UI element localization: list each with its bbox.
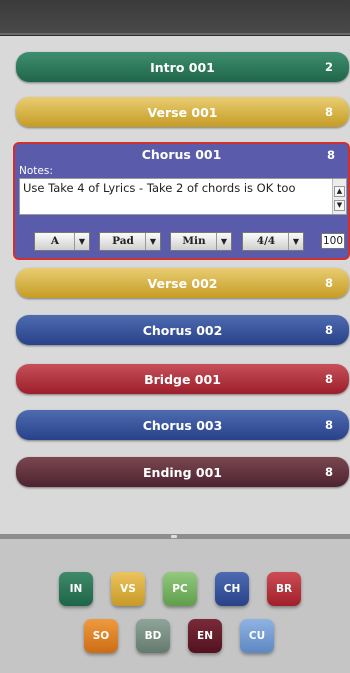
tempo-input[interactable]: 100 bbox=[321, 233, 345, 249]
splitter-handle-icon[interactable] bbox=[171, 535, 177, 538]
add-ending-button[interactable]: EN bbox=[188, 619, 222, 653]
mode-select[interactable]: Min ▼ bbox=[170, 232, 232, 251]
notes-text: Use Take 4 of Lyrics - Take 2 of chords … bbox=[23, 181, 296, 195]
section-verse-001[interactable]: Verse 001 8 bbox=[16, 97, 349, 127]
key-select[interactable]: A ▼ bbox=[34, 232, 90, 251]
section-palette: IN VS PC CH BR SO BD EN CU bbox=[0, 539, 350, 673]
section-bar-count: 8 bbox=[324, 323, 333, 337]
time-signature-value: 4/4 bbox=[256, 235, 276, 247]
chevron-down-icon: ▼ bbox=[216, 233, 231, 250]
section-intro-001[interactable]: Intro 001 2 bbox=[16, 52, 349, 82]
section-title: Chorus 002 bbox=[142, 322, 223, 338]
add-solo-button[interactable]: SO bbox=[84, 619, 118, 653]
add-custom-button[interactable]: CU bbox=[240, 619, 274, 653]
section-ending-001[interactable]: Ending 001 8 bbox=[16, 457, 349, 487]
section-title: Verse 001 bbox=[147, 104, 218, 120]
section-bar-count: 2 bbox=[324, 60, 333, 74]
section-controls: A ▼ Pad ▼ Min ▼ 4/4 ▼ 100 bbox=[15, 230, 348, 252]
section-bar-count: 8 bbox=[324, 372, 333, 386]
section-title: Verse 002 bbox=[147, 275, 218, 291]
section-bar-count: 8 bbox=[324, 465, 333, 479]
notes-label: Notes: bbox=[19, 165, 53, 177]
add-intro-button[interactable]: IN bbox=[59, 572, 93, 606]
add-breakdown-button[interactable]: BD bbox=[136, 619, 170, 653]
section-bar-count: 8 bbox=[324, 276, 333, 290]
section-chorus-003[interactable]: Chorus 003 8 bbox=[16, 410, 349, 440]
add-chorus-button[interactable]: CH bbox=[215, 572, 249, 606]
section-title: Ending 001 bbox=[143, 464, 222, 480]
instrument-select[interactable]: Pad ▼ bbox=[99, 232, 161, 251]
toolbar-divider bbox=[0, 33, 350, 35]
add-bridge-button[interactable]: BR bbox=[267, 572, 301, 606]
section-chorus-002[interactable]: Chorus 002 8 bbox=[16, 315, 349, 345]
scroll-down-icon[interactable]: ▼ bbox=[334, 200, 345, 211]
notes-textarea[interactable]: Use Take 4 of Lyrics - Take 2 of chords … bbox=[19, 178, 347, 215]
key-value: A bbox=[50, 235, 60, 247]
scroll-up-icon[interactable]: ▲ bbox=[334, 186, 345, 197]
section-title: Chorus 001 bbox=[141, 147, 222, 162]
section-title: Chorus 003 bbox=[142, 417, 223, 433]
section-bridge-001[interactable]: Bridge 001 8 bbox=[16, 364, 349, 394]
chevron-down-icon: ▼ bbox=[74, 233, 89, 250]
section-title: Intro 001 bbox=[150, 59, 215, 75]
add-prechorus-button[interactable]: PC bbox=[163, 572, 197, 606]
section-verse-002[interactable]: Verse 002 8 bbox=[16, 268, 349, 298]
section-bar-count: 8 bbox=[324, 418, 333, 432]
mode-value: Min bbox=[182, 235, 206, 247]
time-signature-select[interactable]: 4/4 ▼ bbox=[242, 232, 304, 251]
section-bar-count: 8 bbox=[326, 148, 335, 162]
section-chorus-001-expanded[interactable]: Chorus 001 8 Notes: Use Take 4 of Lyrics… bbox=[13, 142, 350, 260]
top-toolbar bbox=[0, 0, 350, 36]
add-verse-button[interactable]: VS bbox=[111, 572, 145, 606]
chevron-down-icon: ▼ bbox=[288, 233, 303, 250]
section-bar-count: 8 bbox=[324, 105, 333, 119]
notes-scrollbar[interactable]: ▲ ▼ bbox=[332, 179, 346, 214]
instrument-value: Pad bbox=[112, 235, 134, 247]
section-title: Bridge 001 bbox=[144, 371, 221, 387]
chevron-down-icon: ▼ bbox=[145, 233, 160, 250]
